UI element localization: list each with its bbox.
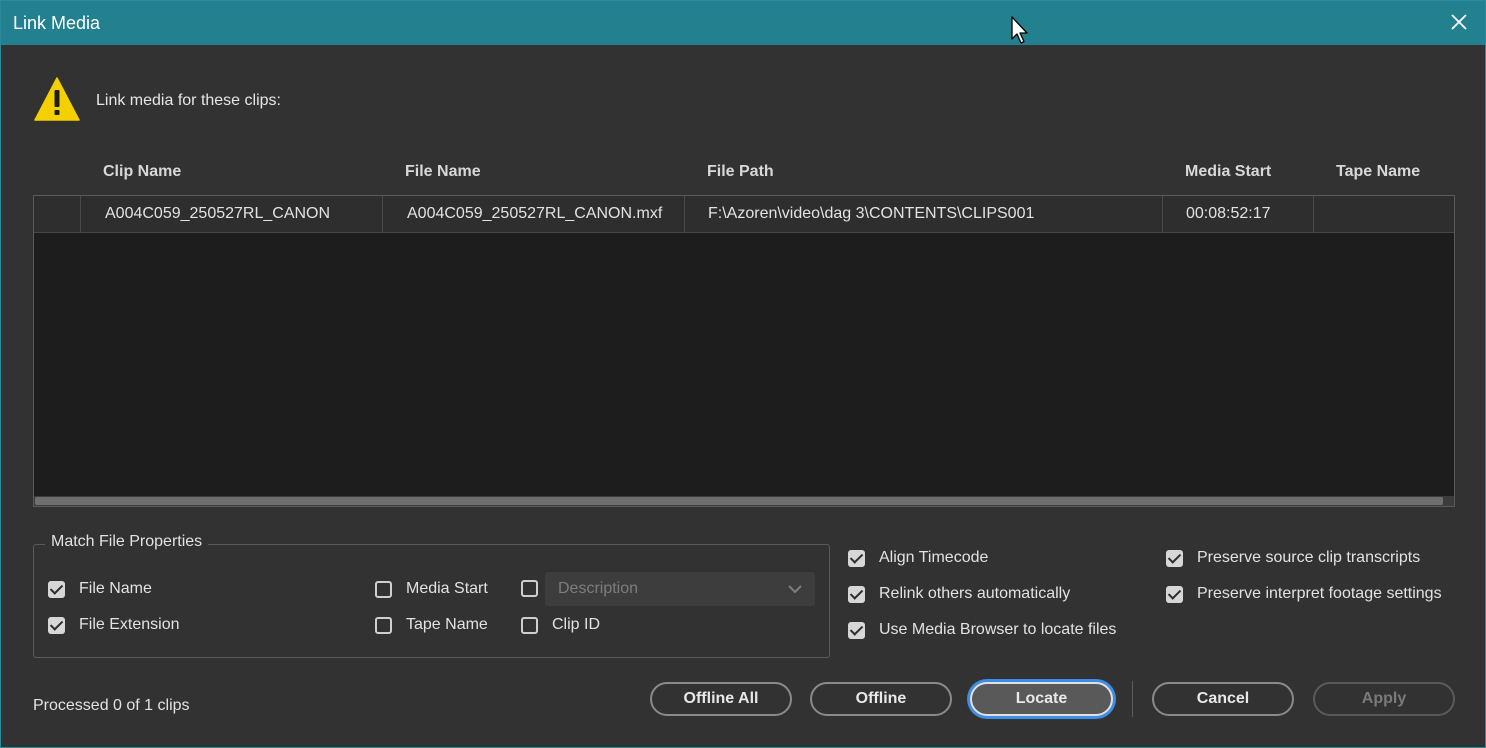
close-icon[interactable] [1447,10,1471,34]
checkbox-unchecked-icon [521,616,538,634]
dialog-title: Link Media [13,13,101,33]
column-header-file-name[interactable]: File Name [405,163,481,181]
horizontal-scrollbar[interactable] [34,496,1454,506]
checkbox-unchecked-icon [375,580,392,598]
description-dropdown[interactable]: Description [545,572,815,606]
offline-all-button[interactable]: Offline All [650,682,792,716]
file-extension-checkbox[interactable]: File Extension [48,616,180,634]
align-timecode-checkbox[interactable]: Align Timecode [848,549,988,567]
column-header-file-path[interactable]: File Path [707,163,774,181]
dropdown-value: Description [558,580,639,597]
checkbox-unchecked-icon [521,580,538,597]
prompt-text: Link media for these clips: [96,92,281,109]
status-text: Processed 0 of 1 clips [33,697,190,714]
table-row[interactable]: A004C059_250527RL_CANON A004C059_250527R… [34,196,1454,233]
checkbox-label: Use Media Browser to locate files [879,621,1117,638]
file-name-checkbox[interactable]: File Name [48,580,152,598]
cell-clip-name: A004C059_250527RL_CANON [81,196,383,232]
cell-file-path: F:\Azoren\video\dag 3\CONTENTS\CLIPS001 [685,196,1163,232]
checkbox-checked-icon [848,585,865,603]
locate-button[interactable]: Locate [970,682,1113,716]
checkbox-label: Relink others automatically [879,585,1071,602]
checkbox-label: Preserve source clip transcripts [1197,549,1421,566]
clip-id-checkbox[interactable]: Clip ID [521,616,600,634]
tape-name-checkbox[interactable]: Tape Name [375,616,488,634]
checkbox-checked-icon [48,616,65,634]
link-media-dialog: Link Media Link media for these clips: C… [0,0,1486,748]
checkbox-checked-icon [1166,585,1183,603]
checkbox-checked-icon [848,549,865,567]
column-header-clip-name[interactable]: Clip Name [103,163,181,181]
checkbox-unchecked-icon [375,616,392,634]
clips-table: A004C059_250527RL_CANON A004C059_250527R… [33,195,1455,507]
cell-file-name: A004C059_250527RL_CANON.mxf [383,196,685,232]
mouse-cursor-icon [1011,16,1028,44]
checkbox-label: Media Start [406,580,488,597]
scrollbar-thumb[interactable] [35,497,1443,505]
title-bar[interactable]: Link Media [1,1,1485,45]
media-start-checkbox[interactable]: Media Start [375,580,488,598]
checkbox-checked-icon [848,621,865,639]
cancel-button[interactable]: Cancel [1152,682,1294,716]
checkbox-label: Clip ID [552,616,601,633]
checkbox-checked-icon [48,580,65,598]
relink-others-checkbox[interactable]: Relink others automatically [848,585,1070,603]
checkbox-label: File Extension [79,616,180,633]
chevron-down-icon [788,585,802,594]
button-separator [1132,681,1133,717]
cell-tape-name [1314,196,1454,232]
checkbox-label: Tape Name [406,616,488,633]
checkbox-label: Preserve interpret footage settings [1197,585,1442,602]
offline-button[interactable]: Offline [810,682,952,716]
checkbox-label: Align Timecode [879,549,989,566]
cell-media-start: 00:08:52:17 [1163,196,1314,232]
checkbox-checked-icon [1166,549,1183,567]
checkbox-label: File Name [79,580,152,597]
use-media-browser-checkbox[interactable]: Use Media Browser to locate files [848,621,1116,639]
row-selector-cell [34,196,81,232]
column-header-tape-name[interactable]: Tape Name [1336,163,1420,181]
column-header-media-start[interactable]: Media Start [1185,163,1271,181]
apply-button: Apply [1313,682,1455,716]
preserve-interpret-footage-checkbox[interactable]: Preserve interpret footage settings [1166,585,1442,603]
match-file-properties-title: Match File Properties [45,533,209,551]
warning-icon [34,77,80,121]
preserve-transcripts-checkbox[interactable]: Preserve source clip transcripts [1166,549,1420,567]
